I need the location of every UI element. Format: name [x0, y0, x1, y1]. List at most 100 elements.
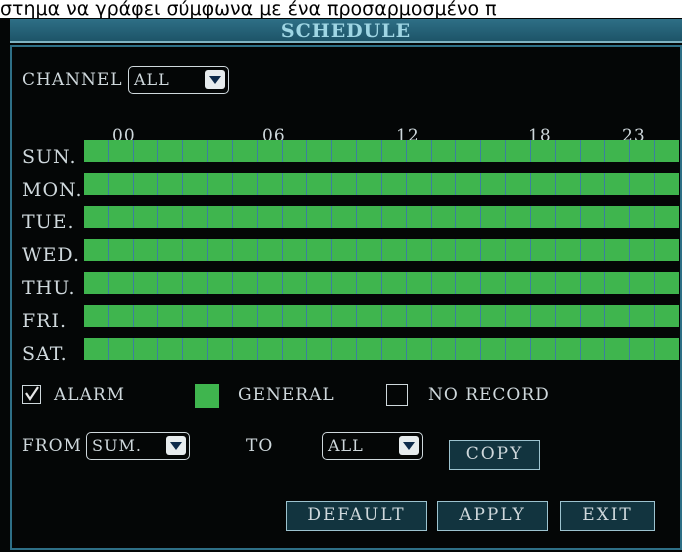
- schedule-slot[interactable]: [431, 239, 457, 261]
- schedule-slot[interactable]: [282, 305, 308, 327]
- schedule-slot[interactable]: [530, 305, 556, 327]
- schedule-slot[interactable]: [357, 305, 382, 327]
- schedule-slot[interactable]: [183, 140, 209, 162]
- schedule-slot[interactable]: [580, 173, 606, 195]
- schedule-slot[interactable]: [84, 206, 109, 228]
- schedule-slot[interactable]: [208, 140, 233, 162]
- schedule-slot[interactable]: [183, 338, 209, 360]
- schedule-slot[interactable]: [282, 140, 308, 162]
- schedule-slot[interactable]: [580, 206, 606, 228]
- schedule-slot[interactable]: [257, 239, 283, 261]
- schedule-slot[interactable]: [158, 272, 184, 294]
- schedule-slot[interactable]: [481, 173, 507, 195]
- apply-button[interactable]: APPLY: [437, 501, 548, 531]
- schedule-slot[interactable]: [630, 173, 656, 195]
- schedule-slot[interactable]: [133, 305, 159, 327]
- schedule-slot[interactable]: [506, 272, 531, 294]
- schedule-slot[interactable]: [605, 305, 631, 327]
- schedule-slot[interactable]: [208, 206, 233, 228]
- schedule-slot[interactable]: [406, 206, 432, 228]
- schedule-slot[interactable]: [158, 206, 184, 228]
- schedule-slot[interactable]: [108, 173, 134, 195]
- schedule-slot[interactable]: [133, 140, 159, 162]
- schedule-row-tue[interactable]: [84, 206, 679, 228]
- default-button[interactable]: DEFAULT: [286, 501, 427, 531]
- schedule-slot[interactable]: [332, 206, 358, 228]
- schedule-slot[interactable]: [506, 173, 531, 195]
- schedule-slot[interactable]: [257, 338, 283, 360]
- schedule-slot[interactable]: [357, 140, 382, 162]
- schedule-slot[interactable]: [605, 272, 631, 294]
- schedule-slot[interactable]: [158, 305, 184, 327]
- schedule-slot[interactable]: [406, 239, 432, 261]
- schedule-slot[interactable]: [481, 272, 507, 294]
- schedule-row-mon[interactable]: [84, 173, 679, 195]
- schedule-slot[interactable]: [456, 338, 482, 360]
- schedule-row-thu[interactable]: [84, 272, 679, 294]
- schedule-slot[interactable]: [183, 305, 209, 327]
- schedule-slot[interactable]: [605, 173, 631, 195]
- schedule-slot[interactable]: [357, 206, 382, 228]
- schedule-slot[interactable]: [406, 173, 432, 195]
- schedule-slot[interactable]: [456, 206, 482, 228]
- from-dropdown[interactable]: SUM.: [86, 432, 190, 460]
- schedule-slot[interactable]: [84, 173, 109, 195]
- chevron-down-icon[interactable]: [166, 436, 186, 455]
- schedule-slot[interactable]: [481, 140, 507, 162]
- schedule-slot[interactable]: [332, 338, 358, 360]
- schedule-slot[interactable]: [530, 272, 556, 294]
- schedule-slot[interactable]: [158, 338, 184, 360]
- schedule-slot[interactable]: [655, 140, 679, 162]
- schedule-slot[interactable]: [530, 173, 556, 195]
- schedule-slot[interactable]: [183, 239, 209, 261]
- schedule-slot[interactable]: [406, 140, 432, 162]
- schedule-slot[interactable]: [381, 272, 407, 294]
- channel-dropdown[interactable]: ALL: [128, 66, 229, 94]
- schedule-slot[interactable]: [530, 206, 556, 228]
- schedule-slot[interactable]: [481, 206, 507, 228]
- schedule-slot[interactable]: [381, 140, 407, 162]
- schedule-slot[interactable]: [208, 239, 233, 261]
- schedule-slot[interactable]: [332, 305, 358, 327]
- schedule-slot[interactable]: [307, 305, 333, 327]
- schedule-slot[interactable]: [133, 239, 159, 261]
- schedule-slot[interactable]: [580, 239, 606, 261]
- schedule-slot[interactable]: [257, 206, 283, 228]
- schedule-slot[interactable]: [332, 272, 358, 294]
- schedule-slot[interactable]: [456, 173, 482, 195]
- schedule-slot[interactable]: [605, 206, 631, 228]
- schedule-slot[interactable]: [282, 239, 308, 261]
- schedule-slot[interactable]: [158, 173, 184, 195]
- schedule-slot[interactable]: [282, 338, 308, 360]
- schedule-slot[interactable]: [605, 140, 631, 162]
- schedule-slot[interactable]: [406, 338, 432, 360]
- schedule-row-sun[interactable]: [84, 140, 679, 162]
- schedule-slot[interactable]: [630, 140, 656, 162]
- schedule-slot[interactable]: [332, 140, 358, 162]
- schedule-slot[interactable]: [630, 206, 656, 228]
- schedule-slot[interactable]: [307, 338, 333, 360]
- schedule-slot[interactable]: [431, 305, 457, 327]
- schedule-slot[interactable]: [431, 338, 457, 360]
- schedule-slot[interactable]: [381, 173, 407, 195]
- schedule-slot[interactable]: [257, 305, 283, 327]
- schedule-slot[interactable]: [456, 305, 482, 327]
- schedule-slot[interactable]: [431, 206, 457, 228]
- schedule-slot[interactable]: [555, 206, 581, 228]
- schedule-slot[interactable]: [357, 338, 382, 360]
- to-dropdown[interactable]: ALL: [322, 432, 423, 460]
- schedule-slot[interactable]: [605, 338, 631, 360]
- schedule-slot[interactable]: [381, 305, 407, 327]
- schedule-slot[interactable]: [357, 173, 382, 195]
- schedule-slot[interactable]: [456, 272, 482, 294]
- schedule-slot[interactable]: [84, 338, 109, 360]
- schedule-slot[interactable]: [555, 173, 581, 195]
- schedule-slot[interactable]: [84, 305, 109, 327]
- schedule-slot[interactable]: [108, 272, 134, 294]
- schedule-slot[interactable]: [183, 173, 209, 195]
- schedule-slot[interactable]: [282, 272, 308, 294]
- schedule-slot[interactable]: [307, 206, 333, 228]
- schedule-slot[interactable]: [555, 272, 581, 294]
- schedule-slot[interactable]: [555, 239, 581, 261]
- schedule-slot[interactable]: [381, 239, 407, 261]
